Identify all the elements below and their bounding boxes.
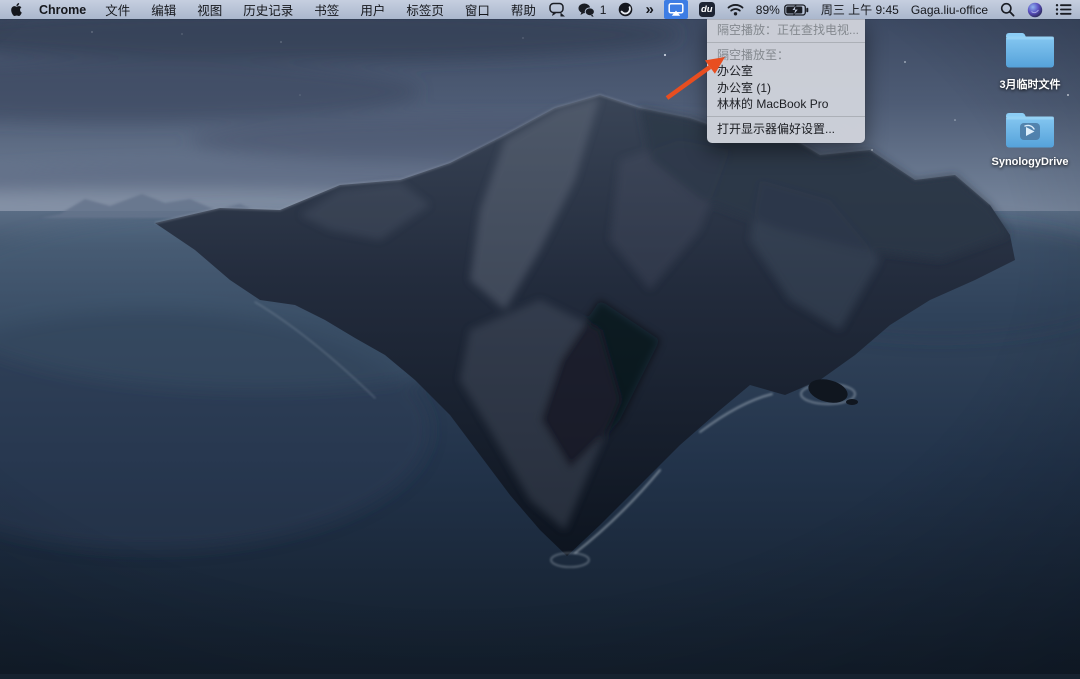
baidu-netdisk-label: du: [701, 4, 713, 15]
menu-item-bookmarks[interactable]: 书签: [314, 0, 339, 19]
wechat-icon[interactable]: [578, 3, 595, 17]
menu-separator: [707, 116, 865, 117]
folder-icon: [1003, 29, 1057, 71]
double-chevron-icon[interactable]: »: [645, 3, 652, 17]
battery-percent: 89%: [756, 3, 780, 17]
desktop-folder-march-temp[interactable]: 3月临时文件: [984, 29, 1076, 92]
open-display-preferences-item[interactable]: 打开显示器偏好设置...: [707, 121, 865, 138]
menu-bar-clock[interactable]: 周三 上午 9:45: [821, 1, 899, 18]
menu-item-tabs[interactable]: 标签页: [406, 0, 444, 19]
airplay-status-item: 隔空播放：正在查找电视...: [707, 22, 865, 39]
folder-synology-icon: [1003, 109, 1057, 151]
siri-icon[interactable]: [1027, 2, 1043, 18]
menu-separator: [707, 42, 865, 43]
airplay-device-macbook-pro[interactable]: 林林的 MacBook Pro: [707, 96, 865, 113]
desktop-icon-label: 3月临时文件: [999, 76, 1060, 92]
wifi-icon[interactable]: [727, 3, 744, 16]
menu-bar: Chrome 文件 编辑 视图 历史记录 书签 用户 标签页 窗口 帮助 1 »: [0, 0, 1080, 19]
battery-charging-icon: [784, 4, 809, 16]
airplay-device-office-1[interactable]: 办公室 (1): [707, 80, 865, 97]
menu-item-window[interactable]: 窗口: [465, 0, 490, 19]
catalina-night-wallpaper: [0, 0, 1080, 674]
active-app-menu[interactable]: Chrome: [39, 3, 86, 17]
airplay-icon[interactable]: [664, 0, 688, 19]
desktop-wallpaper: [0, 0, 1080, 674]
airplay-dropdown-menu: 隔空播放：正在查找电视... 隔空播放至： 办公室 办公室 (1) 林林的 Ma…: [707, 19, 865, 143]
baidu-netdisk-icon[interactable]: du: [699, 2, 715, 17]
menu-item-history[interactable]: 历史记录: [243, 0, 293, 19]
battery-indicator[interactable]: 89%: [756, 3, 809, 17]
desktop-folder-synology-drive[interactable]: SynologyDrive: [984, 109, 1076, 168]
desktop-icon-label: SynologyDrive: [991, 156, 1068, 168]
menu-item-help[interactable]: 帮助: [511, 0, 536, 19]
notification-list-icon[interactable]: [1055, 3, 1072, 16]
menu-item-view[interactable]: 视图: [197, 0, 222, 19]
status-icons: 1 » du 89% 周三: [549, 0, 1072, 19]
airplay-display-glyph: [668, 2, 684, 17]
app-menus: 文件 编辑 视图 历史记录 书签 用户 标签页 窗口 帮助: [105, 0, 536, 19]
input-source-name[interactable]: Gaga.liu-office: [911, 3, 988, 17]
synology-emblem: [1020, 123, 1040, 140]
apple-menu[interactable]: [10, 2, 23, 17]
menu-item-people[interactable]: 用户: [360, 0, 385, 19]
spotlight-search-icon[interactable]: [1000, 2, 1015, 17]
apple-logo-icon: [10, 2, 23, 17]
proxy-circle-icon[interactable]: [618, 2, 633, 17]
chat-bubble-icon[interactable]: [549, 2, 566, 17]
airplay-device-office[interactable]: 办公室: [707, 63, 865, 80]
wechat-badge: 1: [600, 3, 607, 17]
desktop-icon-column: 3月临时文件 SynologyDrive: [984, 29, 1076, 168]
airplay-target-header: 隔空播放至：: [707, 47, 865, 64]
menu-item-file[interactable]: 文件: [105, 0, 130, 19]
menu-item-edit[interactable]: 编辑: [151, 0, 176, 19]
